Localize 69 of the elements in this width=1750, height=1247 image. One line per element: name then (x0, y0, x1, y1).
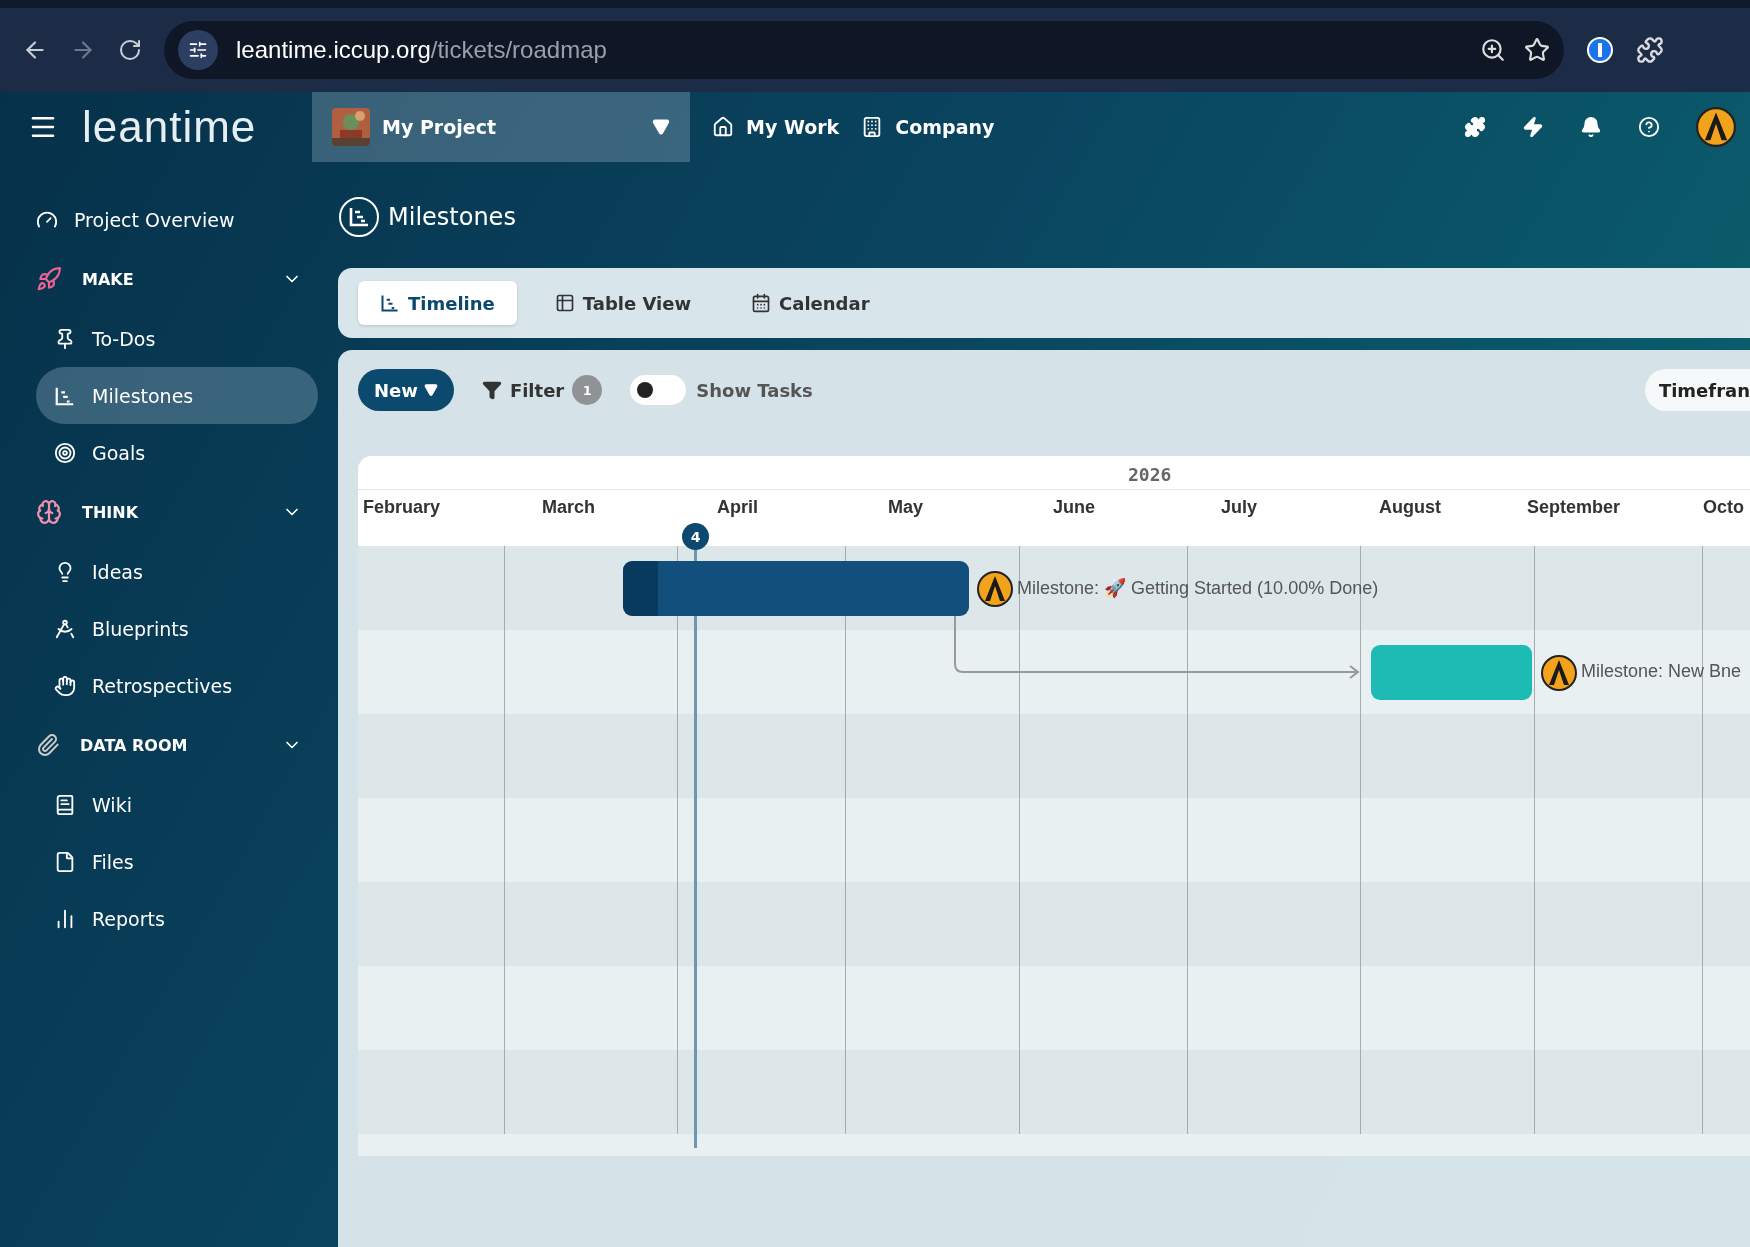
sidebar-item[interactable]: To-Dos (36, 310, 318, 367)
calendar-icon (751, 293, 772, 313)
sidebar-item[interactable]: Reports (36, 890, 318, 947)
sidebar-item[interactable]: Milestones (36, 367, 318, 424)
view-tab[interactable]: Calendar (729, 281, 892, 325)
compass-icon (54, 617, 76, 640)
sidebar-item[interactable]: Files (36, 833, 318, 890)
page-title: Milestones (388, 203, 516, 231)
url-text: leantime.iccup.org/tickets/roadmap (236, 36, 608, 64)
view-tab[interactable]: Table View (532, 281, 714, 325)
month-label: February (363, 497, 441, 518)
sidebar-item[interactable]: Wiki (36, 776, 318, 833)
address-bar[interactable]: leantime.iccup.org/tickets/roadmap (164, 21, 1564, 79)
milestone-label: Milestone: 🚀 Getting Started (10.00% Done) (1017, 577, 1379, 599)
sidebar-item[interactable]: Blueprints (36, 600, 318, 657)
sidebar-item[interactable]: Retrospectives (36, 657, 318, 714)
section-header[interactable]: THINK (36, 481, 318, 543)
bell-icon[interactable] (1580, 116, 1602, 138)
book-icon (54, 793, 76, 816)
month-label: September (1527, 497, 1621, 518)
month-label: July (1221, 497, 1258, 518)
target-icon (54, 441, 76, 464)
caret-icon (423, 383, 438, 397)
lightning-icon[interactable] (1522, 116, 1544, 138)
filter-icon (481, 380, 502, 400)
avatar-icon (1541, 655, 1577, 691)
file-icon (54, 850, 76, 873)
month-label: May (888, 497, 923, 518)
timeframe-button[interactable]: Timefran (1644, 369, 1750, 411)
zoom-icon[interactable] (1480, 37, 1506, 63)
rocket-icon (36, 266, 62, 292)
new-button[interactable]: New (358, 369, 454, 411)
section-header[interactable]: DATA ROOM (36, 714, 318, 776)
nav-link[interactable]: Company (861, 116, 995, 138)
project-selector[interactable]: My Project (312, 92, 690, 162)
extension-icon[interactable] (1586, 36, 1614, 64)
month-label: April (717, 497, 758, 518)
view-tab[interactable]: Timeline (358, 281, 517, 325)
paperclip-icon (36, 733, 60, 757)
logo[interactable]: leantime (82, 102, 312, 152)
milestones-icon (338, 196, 380, 238)
section-header[interactable]: MAKE (36, 248, 318, 310)
home-icon (712, 116, 734, 138)
month-label: Octo (1703, 497, 1744, 518)
milestones-icon (380, 293, 400, 313)
toggle-label: Show Tasks (696, 379, 813, 401)
sidebar-item[interactable]: Project Overview (36, 192, 318, 248)
bookmark-star-icon[interactable] (1524, 37, 1550, 63)
help-icon[interactable] (1638, 116, 1660, 138)
avatar-icon (977, 571, 1013, 607)
hand-icon (54, 674, 76, 697)
month-label: March (542, 497, 595, 518)
filter-count: 1 (572, 375, 603, 405)
milestone-label: Milestone: New Bne (1581, 661, 1742, 682)
month-label: August (1379, 497, 1441, 518)
sidebar-item[interactable]: Goals (36, 424, 318, 481)
month-label: June (1053, 497, 1095, 518)
table-icon (554, 293, 575, 313)
reload-icon[interactable] (118, 38, 142, 62)
nav-link[interactable]: My Work (712, 116, 840, 138)
site-settings-icon[interactable] (178, 30, 218, 70)
sidebar-item[interactable]: Ideas (36, 543, 318, 600)
filter-button[interactable]: Filter 1 (475, 374, 609, 406)
puzzle-icon[interactable] (1636, 36, 1664, 64)
caret-icon (652, 118, 670, 136)
avatar-icon[interactable] (1696, 107, 1736, 147)
show-tasks-toggle[interactable] (630, 375, 687, 405)
brain-icon (36, 499, 62, 525)
year-label: 2026 (1128, 464, 1172, 485)
